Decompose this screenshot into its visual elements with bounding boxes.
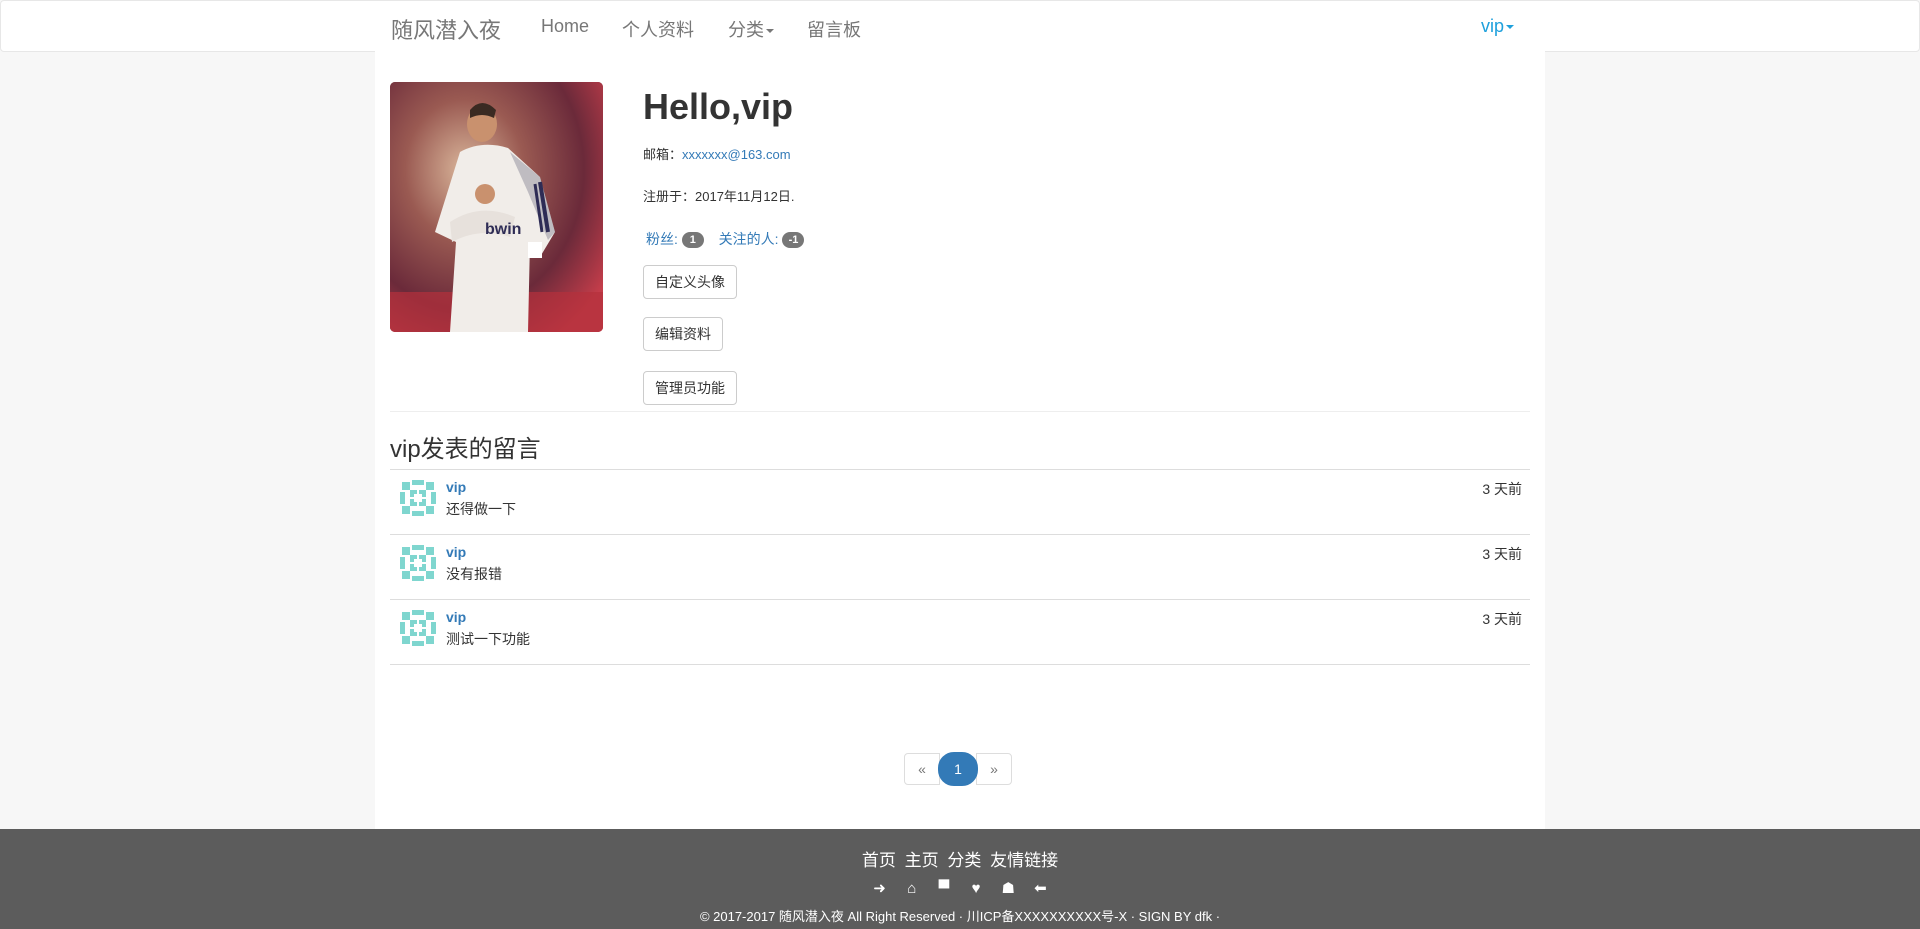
arrow-left-icon[interactable]: ⬅ bbox=[1026, 879, 1054, 897]
registered-date: 注册于：2017年11月12日. bbox=[643, 189, 795, 204]
following-count-badge: -1 bbox=[782, 232, 805, 249]
footer-link-home[interactable]: 主页 bbox=[905, 851, 939, 870]
nav-home[interactable]: Home bbox=[541, 16, 589, 37]
footer-copyright: © 2017-2017 随风潜入夜 All Right Reserved · 川… bbox=[699, 909, 1221, 924]
user-menu-dropdown[interactable]: vip bbox=[1481, 16, 1515, 37]
footer-links: 首页 主页 分类 友情链接 bbox=[0, 846, 1920, 871]
nav-category-label: 分类 bbox=[728, 20, 764, 40]
post-timestamp: 3 天前 bbox=[1482, 481, 1522, 497]
user-menu-label: vip bbox=[1481, 16, 1505, 36]
follow-stats: 粉丝: 1 关注的人: -1 bbox=[643, 229, 1523, 249]
heart-icon[interactable]: ♥ bbox=[962, 880, 990, 897]
comment-icon[interactable]: ▀ bbox=[930, 880, 958, 897]
caret-down-icon bbox=[766, 29, 774, 34]
post-body: 没有报错 bbox=[446, 566, 502, 582]
nav-profile[interactable]: 个人资料 bbox=[622, 16, 694, 42]
footer-link-index[interactable]: 首页 bbox=[862, 851, 896, 870]
brand-logo[interactable]: 随风潜入夜 bbox=[391, 13, 501, 45]
footer: 首页 主页 分类 友情链接 ➜ ⌂ ▀ ♥ ☗ ⬅ © 2017-2017 随风… bbox=[0, 829, 1920, 929]
nav-messageboard[interactable]: 留言板 bbox=[807, 16, 861, 42]
post-body: 还得做一下 bbox=[446, 501, 516, 517]
followers-label: 粉丝: bbox=[646, 231, 678, 247]
posts-title: vip发表的留言 bbox=[390, 436, 541, 463]
arrow-right-icon[interactable]: ➜ bbox=[866, 879, 894, 897]
post-timestamp: 3 天前 bbox=[1482, 546, 1522, 562]
admin-button[interactable]: 管理员功能 bbox=[643, 371, 737, 405]
identicon-avatar[interactable] bbox=[398, 608, 438, 648]
pagination-prev[interactable]: « bbox=[904, 753, 940, 785]
posts-list: vip 还得做一下 3 天前 vip 没有报错 3 天前 vip 测试一下功能 … bbox=[390, 469, 1530, 665]
email-link[interactable]: xxxxxxx@163.com bbox=[682, 147, 791, 162]
caret-down-icon bbox=[1506, 25, 1515, 30]
svg-text:bwin: bwin bbox=[485, 221, 521, 238]
identicon-avatar[interactable] bbox=[398, 478, 438, 518]
pagination: « 1 » bbox=[904, 752, 1012, 786]
email-label: 邮箱： bbox=[643, 147, 683, 162]
list-item: vip 还得做一下 3 天前 bbox=[390, 470, 1530, 535]
user-icon[interactable]: ☗ bbox=[994, 879, 1022, 897]
footer-link-friends[interactable]: 友情链接 bbox=[990, 851, 1058, 870]
navbar: 随风潜入夜 Home 个人资料 分类 留言板 vip bbox=[0, 0, 1920, 52]
profile-avatar: bwin bbox=[390, 82, 603, 332]
list-item: vip 测试一下功能 3 天前 bbox=[390, 600, 1530, 665]
profile-photo-image: bwin bbox=[390, 82, 603, 332]
following-label: 关注的人: bbox=[718, 231, 779, 247]
main-container: bwin Hello,vip 邮箱：xxxxxxx@163.com 注册于：20… bbox=[375, 51, 1545, 829]
list-item: vip 没有报错 3 天前 bbox=[390, 535, 1530, 600]
edit-profile-button[interactable]: 编辑资料 bbox=[643, 317, 723, 351]
email-line: 邮箱：xxxxxxx@163.com bbox=[643, 144, 1523, 163]
followers-count-badge: 1 bbox=[681, 232, 704, 249]
post-body: 测试一下功能 bbox=[446, 631, 530, 647]
custom-avatar-button[interactable]: 自定义头像 bbox=[643, 265, 737, 299]
footer-link-category[interactable]: 分类 bbox=[947, 851, 981, 870]
post-author-link[interactable]: vip bbox=[446, 544, 466, 560]
following-link[interactable]: 关注的人: -1 bbox=[718, 231, 805, 249]
pagination-page-current[interactable]: 1 bbox=[938, 752, 978, 786]
followers-link[interactable]: 粉丝: 1 bbox=[646, 231, 704, 249]
footer-icons: ➜ ⌂ ▀ ♥ ☗ ⬅ bbox=[0, 879, 1920, 897]
post-author-link[interactable]: vip bbox=[446, 609, 466, 625]
nav-category-dropdown[interactable]: 分类 bbox=[728, 16, 774, 42]
profile-greeting: Hello,vip bbox=[643, 86, 794, 127]
home-icon[interactable]: ⌂ bbox=[898, 880, 926, 897]
profile-info: Hello,vip 邮箱：xxxxxxx@163.com 注册于：2017年11… bbox=[643, 82, 1523, 405]
identicon-avatar[interactable] bbox=[398, 543, 438, 583]
post-author-link[interactable]: vip bbox=[446, 479, 466, 495]
section-divider bbox=[390, 411, 1530, 412]
pagination-next[interactable]: » bbox=[976, 753, 1012, 785]
post-timestamp: 3 天前 bbox=[1482, 611, 1522, 627]
